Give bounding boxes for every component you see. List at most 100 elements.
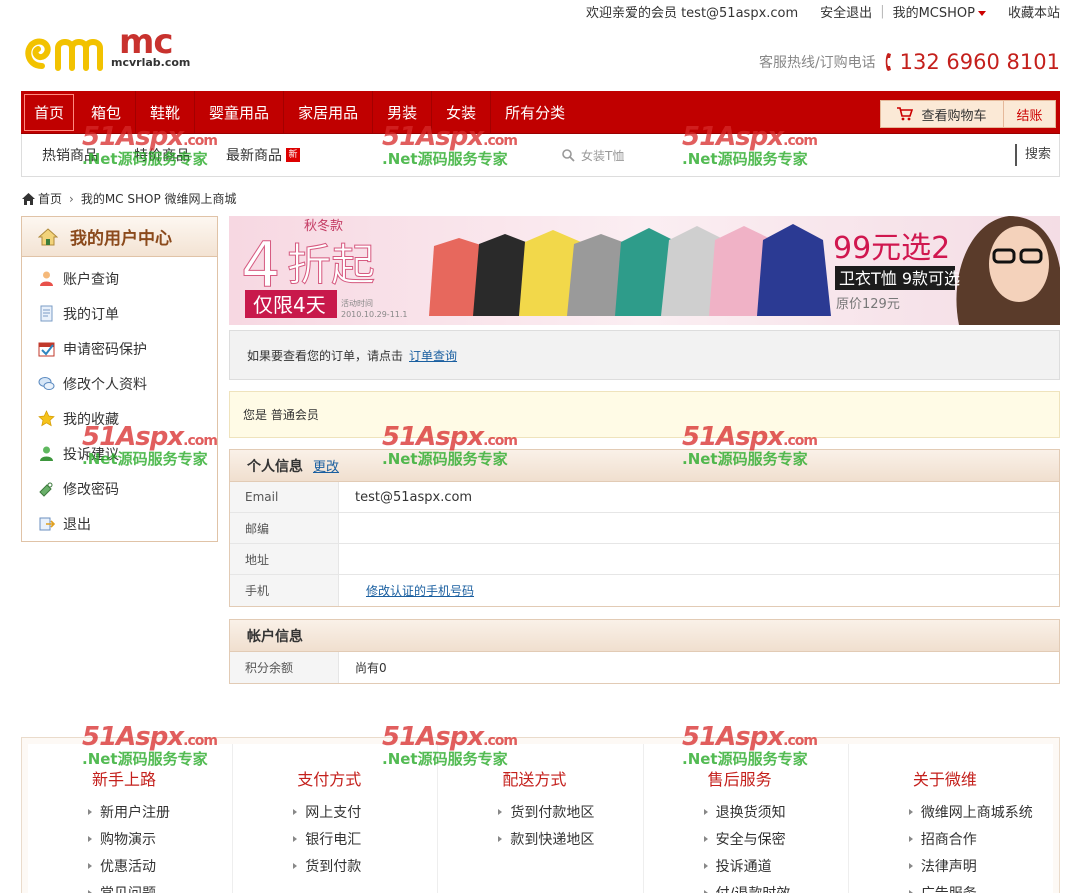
footer-link[interactable]: 新用户注册 [88,798,232,825]
nav-item-shoes[interactable]: 鞋靴 [136,91,196,133]
footer-link[interactable]: 银行电汇 [293,825,437,852]
user-icon [40,271,53,286]
footer-link[interactable]: 安全与保密 [704,825,848,852]
edit-profile-link[interactable]: 更改 [313,456,339,475]
change-mobile-link[interactable]: 修改认证的手机号码 [366,582,474,599]
subnav-item-sale[interactable]: 特价商品 [134,145,190,165]
address-value [339,544,1059,574]
hotline: 客服热线/订购电话 132 6960 8101 [759,50,1060,74]
logout-link[interactable]: 安全退出 [820,2,872,21]
mobile-value: 修改认证的手机号码 [339,575,1059,606]
search-icon [562,149,575,162]
season-text: 秋冬款 [304,218,343,234]
footer-column-newbie: 新手上路 新用户注册 购物演示 优惠活动 常见问题 [28,744,234,893]
footer-link[interactable]: 付/退款时效 [704,879,848,893]
view-cart-button[interactable]: 查看购物车 [880,100,1004,128]
house-icon [38,227,58,245]
sidebar-item-my-orders[interactable]: 我的订单 [22,296,217,331]
sidebar-item-label: 账户查询 [63,271,119,288]
footer-link[interactable]: 微维网上商城系统 [909,798,1053,825]
nav-item-all-categories[interactable]: 所有分类 [491,91,579,133]
sidebar-item-label: 修改个人资料 [63,376,147,393]
member-level-notice: 您是 普通会员 [229,391,1060,438]
nav-item-home[interactable]: 首页 [24,93,75,131]
promo-sub: 卫衣T恤 9款可选 [839,269,960,288]
footer-column-title: 支付方式 [297,770,362,789]
exit-icon [39,517,55,531]
footer-link[interactable]: 货到付款 [293,852,437,879]
sidebar-item-logout[interactable]: 退出 [22,506,217,541]
top-bar: 欢迎亲爱的会员 test@51aspx.com 安全退出 | 我的MCSHOP … [586,0,1060,22]
my-shop-link[interactable]: 我的MCSHOP [893,2,986,21]
site-logo[interactable]: mc mcvrlab.com [22,22,202,74]
sidebar-item-label: 退出 [63,516,91,533]
sidebar-item-feedback[interactable]: 投诉建议 [22,436,217,471]
panel-title: 帐户信息 [247,628,303,645]
cart-icon [897,107,914,121]
field-label: 邮编 [230,513,339,543]
user-center-sidebar: 我的用户中心 账户查询 我的订单 申请密码保护 修改个人资料 我的收藏 投诉建议 [21,216,218,542]
account-info-panel: 帐户信息 积分余额 尚有0 [229,619,1060,684]
footer-link[interactable]: 法律声明 [909,852,1053,879]
footer-link[interactable]: 货到付款地区 [498,798,642,825]
field-label: 地址 [230,544,339,574]
footer-link[interactable]: 常见问题 [88,879,232,893]
footer-link[interactable]: 优惠活动 [88,852,232,879]
sidebar-item-password-protection[interactable]: 申请密码保护 [22,331,217,366]
welcome-text: 欢迎亲爱的会员 test@51aspx.com [585,5,799,21]
footer-link[interactable]: 投诉通道 [704,852,848,879]
bookmark-link[interactable]: 收藏本站 [1008,2,1060,21]
activity-label: 活动时间 [341,298,373,308]
footer-link[interactable]: 款到快递地区 [498,825,642,852]
search-button[interactable]: 搜索 [1014,144,1051,166]
sidebar-item-account-query[interactable]: 账户查询 [22,261,217,296]
breadcrumb: 首页 › 我的MC SHOP 微维网上商城 [22,190,237,207]
nav-item-home-goods[interactable]: 家居用品 [284,91,374,133]
checkout-button[interactable]: 结账 [1004,100,1056,128]
footer-column-title: 配送方式 [502,770,567,789]
order-notice-text: 如果要查看您的订单，请点击 [247,348,404,363]
footer-link[interactable]: 网上支付 [293,798,437,825]
footer-column-title: 新手上路 [92,770,157,789]
points-value: 尚有0 [355,661,387,675]
member-level-text: 您是 普通会员 [243,408,319,422]
hotline-number: 132 6960 8101 [884,50,1060,74]
table-row: 邮编 [230,513,1059,544]
field-label: 手机 [230,575,339,606]
view-cart-label: 查看购物车 [921,108,987,124]
footer-link[interactable]: 招商合作 [909,825,1053,852]
footer-column-about: 关于微维 微维网上商城系统 招商合作 法律声明 广告服务 [849,744,1053,893]
field-label: 积分余额 [230,652,339,683]
chevron-right-icon: › [69,191,74,206]
activity-date: 2010.10.29-11.1 [341,310,408,319]
key-icon [39,482,53,497]
breadcrumb-home[interactable]: 首页 [38,190,62,207]
search-placeholder: 女装T恤 [581,149,625,163]
person-icon [40,446,53,461]
subnav-item-hot[interactable]: 热销商品 [42,145,98,165]
promo-banner[interactable]: 秋冬款 4 折起 仅限4天 活动时间 2010.10.29-11.1 99元选2… [229,216,1060,325]
nav-item-bags[interactable]: 箱包 [77,91,137,133]
sidebar-item-label: 我的收藏 [63,411,119,428]
logo-domain: mcvrlab.com [111,56,191,69]
footer-link[interactable]: 购物演示 [88,825,232,852]
panel-header: 个人信息 更改 [230,450,1059,482]
caret-down-icon [977,10,986,16]
sidebar-item-change-password[interactable]: 修改密码 [22,471,217,506]
search-input[interactable]: 女装T恤 [562,147,624,164]
email-value: test@51aspx.com [355,489,473,505]
new-badge: 新 [286,148,300,162]
order-query-link[interactable]: 订单查询 [409,347,457,364]
footer-link[interactable]: 退换货须知 [704,798,848,825]
panel-title: 个人信息 [247,458,303,475]
nav-item-baby[interactable]: 婴童用品 [195,91,285,133]
order-notice: 如果要查看您的订单，请点击 订单查询 [229,330,1060,380]
subnav-item-new[interactable]: 最新商品 新 [226,145,300,165]
nav-item-menswear[interactable]: 男装 [373,91,433,133]
home-icon [22,192,35,205]
sidebar-item-edit-profile[interactable]: 修改个人资料 [22,366,217,401]
footer-link[interactable]: 广告服务 [909,879,1053,893]
sidebar-header: 我的用户中心 [22,217,217,257]
sidebar-item-favorites[interactable]: 我的收藏 [22,401,217,436]
nav-item-womenswear[interactable]: 女装 [432,91,492,133]
